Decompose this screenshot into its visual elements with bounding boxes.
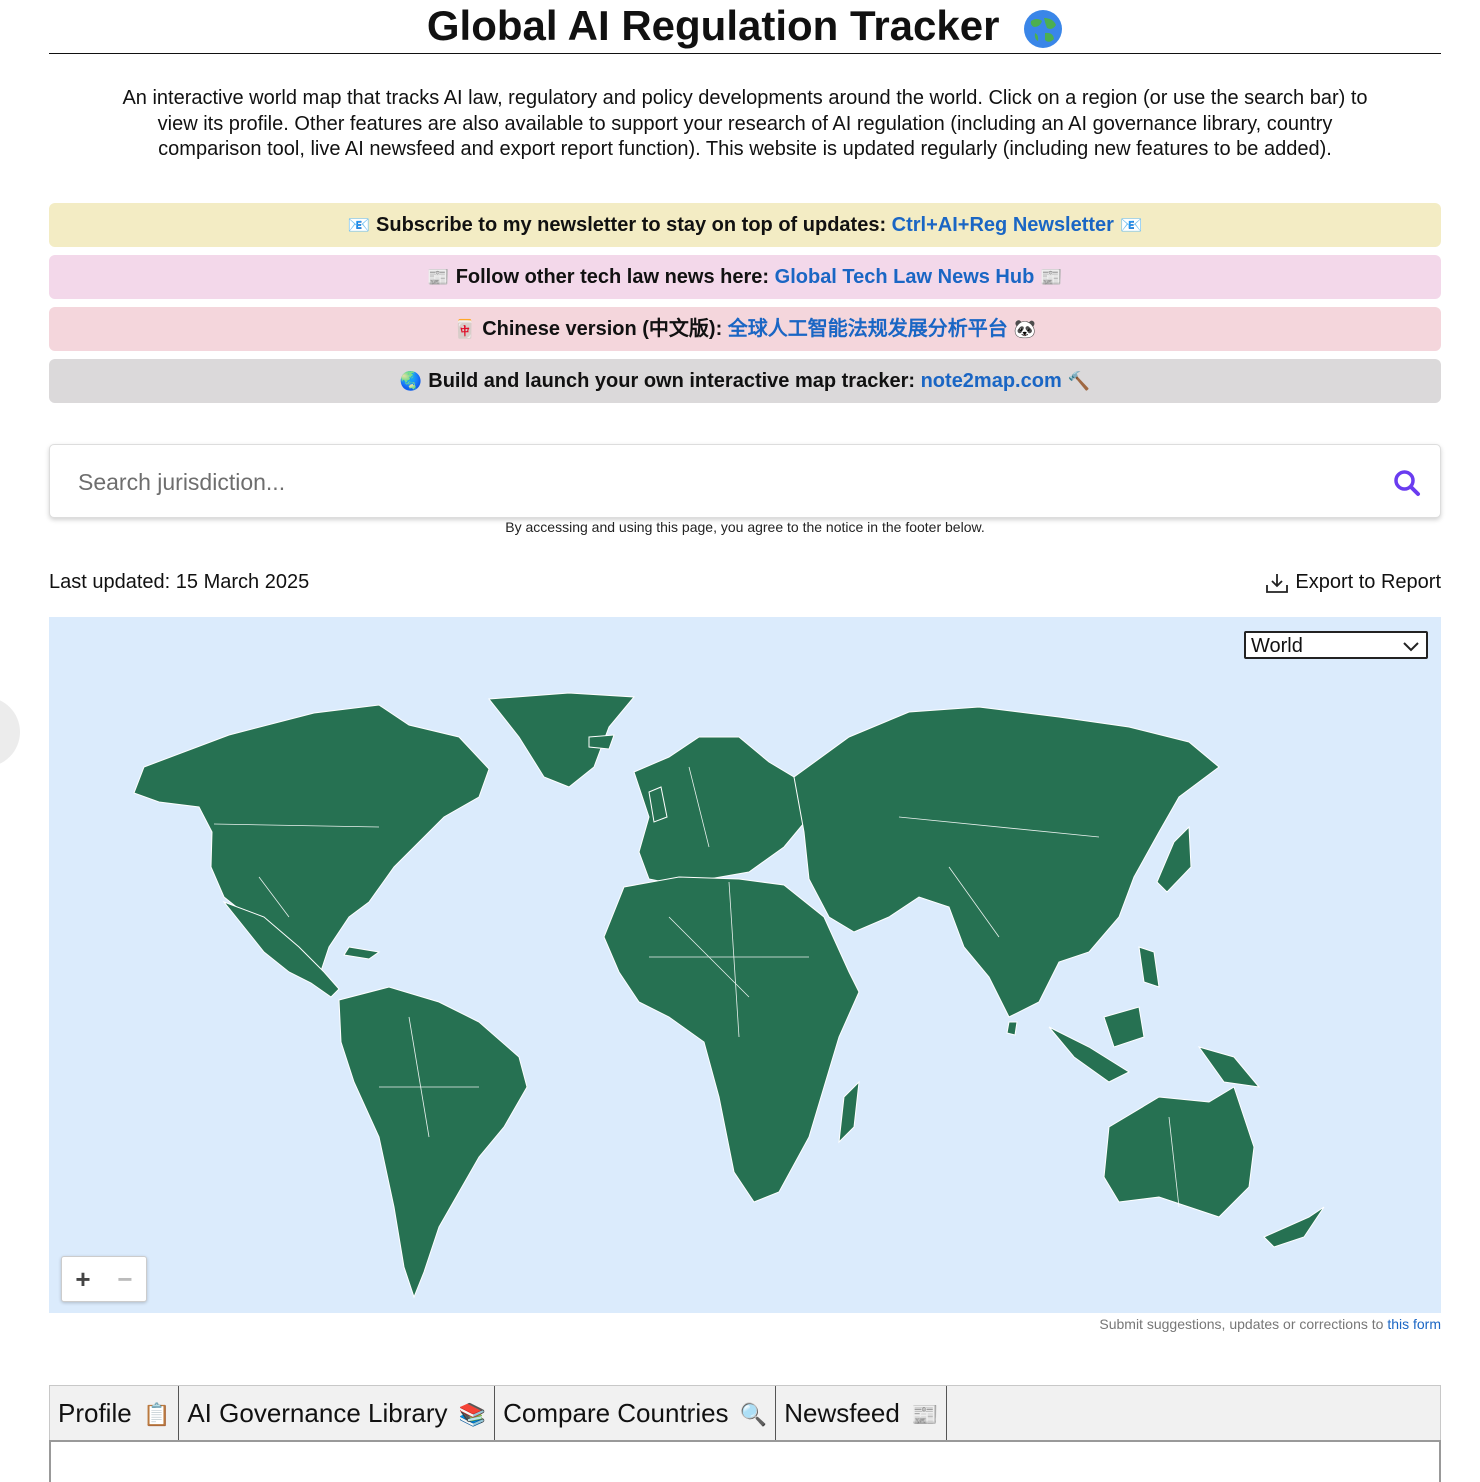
- globe-icon: 🌏: [399, 371, 423, 391]
- zoom-controls: + −: [61, 1256, 147, 1302]
- region-select-value: World: [1251, 635, 1303, 657]
- zoom-in-button[interactable]: +: [62, 1257, 104, 1301]
- last-updated: Last updated: 15 March 2025: [49, 571, 310, 593]
- note2map-link[interactable]: note2map.com: [921, 370, 1062, 392]
- tab-label: AI Governance Library: [187, 1398, 448, 1428]
- tab-label: Newsfeed: [784, 1398, 900, 1428]
- globe-icon: [1024, 9, 1063, 48]
- world-map[interactable]: World + −: [49, 617, 1441, 1313]
- region-iceland: [588, 734, 615, 750]
- tab-content-panel: [49, 1440, 1441, 1482]
- newspaper-icon: 📰: [1040, 267, 1063, 287]
- region-australia: [1103, 1086, 1255, 1218]
- zoom-out-button[interactable]: −: [104, 1257, 146, 1301]
- search-box: [49, 444, 1441, 518]
- intro-text: An interactive world map that tracks AI …: [122, 87, 1368, 161]
- tab-label: Profile: [58, 1398, 132, 1428]
- tab-profile[interactable]: Profile 📋: [50, 1386, 180, 1441]
- region-caribbean: [343, 946, 381, 960]
- suggestion-form-link[interactable]: this form: [1387, 1316, 1441, 1332]
- banner-text: Subscribe to my newsletter to stay on to…: [376, 214, 887, 236]
- region-new-zealand: [1263, 1206, 1325, 1248]
- page-title-text: Global AI Regulation Tracker: [426, 2, 1000, 49]
- tab-label: Compare Countries: [503, 1398, 729, 1428]
- envelope-icon: 📧: [1119, 215, 1143, 235]
- region-north-america: [133, 704, 490, 978]
- download-icon: [1266, 573, 1289, 593]
- region-philippines: [1138, 946, 1160, 988]
- search-input[interactable]: [76, 463, 1360, 501]
- tab-newsfeed[interactable]: Newsfeed 📰: [776, 1386, 948, 1441]
- world-map-svg[interactable]: [49, 617, 1441, 1313]
- region-madagascar: [838, 1080, 860, 1144]
- region-borneo: [1103, 1006, 1145, 1048]
- magnifier-icon: 🔍: [739, 1402, 768, 1427]
- chinese-version-banner: 🀄 Chinese version (中文版): 全球人工智能法规发展分析平台 🐼: [49, 307, 1441, 351]
- side-drawer-handle[interactable]: [0, 697, 20, 767]
- region-japan: [1156, 825, 1192, 893]
- tech-law-banner: 📰 Follow other tech law news here: Global…: [49, 255, 1441, 299]
- tab-bar: Profile 📋 AI Governance Library 📚 Compar…: [49, 1385, 1441, 1442]
- newsletter-link[interactable]: Ctrl+AI+Reg Newsletter: [892, 214, 1114, 236]
- region-select[interactable]: World: [1244, 631, 1428, 659]
- region-south-america: [338, 986, 528, 1299]
- banner-text: Follow other tech law news here:: [455, 266, 770, 288]
- suggestion-note: Submit suggestions, updates or correctio…: [1099, 1316, 1441, 1332]
- export-report-button[interactable]: Export to Report: [1265, 571, 1441, 594]
- books-icon: 📚: [458, 1402, 487, 1427]
- newsletter-banner: 📧 Subscribe to my newsletter to stay on t…: [49, 203, 1441, 247]
- tab-ai-governance-library[interactable]: AI Governance Library 📚: [179, 1386, 496, 1441]
- envelope-icon: 📧: [347, 215, 371, 235]
- banner-text: Build and launch your own interactive ma…: [428, 370, 916, 392]
- tab-compare-countries[interactable]: Compare Countries 🔍: [495, 1386, 777, 1441]
- tech-law-hub-link[interactable]: Global Tech Law News Hub: [775, 266, 1035, 288]
- region-sri-lanka: [1006, 1021, 1018, 1036]
- panda-icon: 🐼: [1013, 319, 1037, 339]
- suggestion-text: Submit suggestions, updates or correctio…: [1099, 1316, 1384, 1332]
- clipboard-icon: 📋: [142, 1402, 171, 1427]
- region-new-guinea: [1197, 1046, 1261, 1088]
- banner-text: Chinese version (中文版):: [482, 318, 723, 340]
- export-label: Export to Report: [1295, 571, 1441, 593]
- search-icon[interactable]: [1392, 468, 1422, 498]
- hammer-icon: 🔨: [1067, 371, 1091, 391]
- page-title: Global AI Regulation Tracker: [49, 0, 1441, 54]
- note2map-banner: 🌏 Build and launch your own interactive m…: [49, 359, 1441, 403]
- chinese-version-link[interactable]: 全球人工智能法规发展分析平台: [728, 318, 1008, 340]
- mahjong-icon: 🀄: [453, 319, 477, 339]
- newspaper-icon: 📰: [911, 1402, 939, 1427]
- newspaper-icon: 📰: [427, 267, 450, 287]
- chevron-down-icon: [1403, 642, 1419, 652]
- terms-notice: By accessing and using this page, you ag…: [505, 519, 985, 535]
